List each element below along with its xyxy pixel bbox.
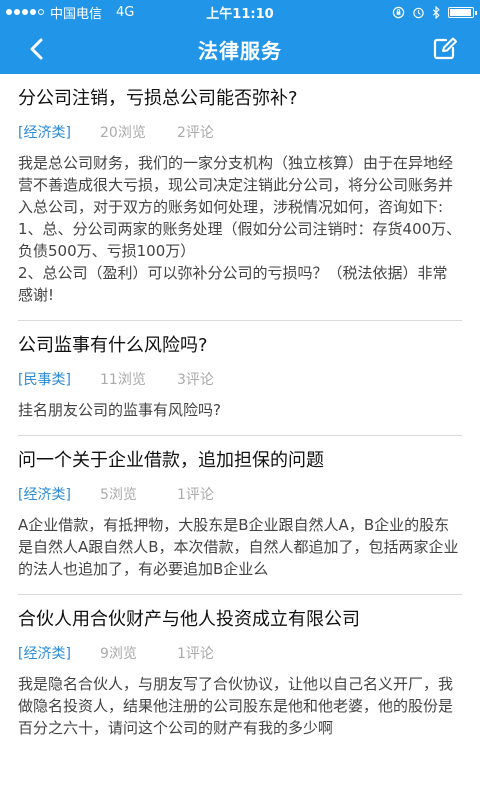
category-tag[interactable]: [经济类] [18, 122, 100, 142]
post-meta: [民事类] 11浏览 3评论 [18, 369, 462, 389]
list-item[interactable]: 分公司注销，亏损总公司能否弥补? [经济类] 20浏览 2评论 我是总公司财务，… [18, 74, 462, 321]
comment-count: 1评论 [177, 646, 214, 662]
list-item[interactable]: 问一个关于企业借款，追加担保的问题 [经济类] 5浏览 1评论 A企业借款，有抵… [18, 436, 462, 595]
post-title[interactable]: 公司监事有什么风险吗? [18, 333, 462, 359]
post-title[interactable]: 问一个关于企业借款，追加担保的问题 [18, 448, 462, 474]
post-body: 挂名朋友公司的监事有风险吗? [18, 399, 462, 421]
edit-button[interactable] [430, 34, 460, 64]
post-body-line: 2、总公司（盈利）可以弥补分公司的亏损吗？（税法依据）非常感谢! [18, 264, 448, 304]
post-body-line: 我是隐名合伙人，与朋友写了合伙协议，让他以自己名义开厂，我做隐名投资人，结果他注… [18, 675, 454, 737]
post-title[interactable]: 分公司注销，亏损总公司能否弥补? [18, 86, 462, 112]
comment-count: 2评论 [177, 125, 214, 141]
status-left: 中国电信 4G [6, 3, 134, 22]
post-body-line: A企业借款，有抵押物，大股东是B企业跟自然人A，B企业的股东是自然人A跟自然人B… [18, 516, 459, 578]
post-title[interactable]: 合伙人用合伙财产与他人投资成立有限公司 [18, 607, 462, 633]
category-tag[interactable]: [经济类] [18, 643, 100, 663]
network-label: 4G [116, 4, 135, 20]
page-title: 法律服务 [198, 38, 282, 63]
view-count: 5浏览 [100, 487, 137, 503]
category-tag[interactable]: [民事类] [18, 369, 100, 389]
status-bar: 中国电信 4G 上午11:10 [0, 0, 480, 24]
post-body: 我是总公司财务，我们的一家分支机构（独立核算）由于在异地经营不善造成很大亏损，现… [18, 152, 462, 306]
post-list: 分公司注销，亏损总公司能否弥补? [经济类] 20浏览 2评论 我是总公司财务，… [0, 74, 480, 753]
post-body: A企业借款，有抵押物，大股东是B企业跟自然人A，B企业的股东是自然人A跟自然人B… [18, 514, 462, 580]
comment-count: 1评论 [177, 487, 214, 503]
chevron-left-icon [30, 38, 43, 60]
category-tag[interactable]: [经济类] [18, 484, 100, 504]
battery-level-fill [450, 8, 471, 16]
post-meta: [经济类] 20浏览 2评论 [18, 122, 462, 142]
view-count: 20浏览 [100, 125, 146, 141]
post-meta: [经济类] 9浏览 1评论 [18, 643, 462, 663]
view-count: 11浏览 [100, 372, 146, 388]
post-body: 我是隐名合伙人，与朋友写了合伙协议，让他以自己名义开厂，我做隐名投资人，结果他注… [18, 673, 462, 739]
signal-strength-icon [6, 9, 44, 15]
alarm-icon [413, 7, 424, 18]
battery-icon [448, 6, 477, 18]
comment-count: 3评论 [177, 372, 214, 388]
post-body-line: 挂名朋友公司的监事有风险吗? [18, 401, 221, 419]
view-count: 9浏览 [100, 646, 137, 662]
orientation-lock-icon [392, 6, 405, 18]
edit-icon [433, 37, 457, 60]
list-item[interactable]: 合伙人用合伙财产与他人投资成立有限公司 [经济类] 9浏览 1评论 我是隐名合伙… [18, 595, 462, 753]
status-time: 上午11:10 [206, 6, 274, 22]
back-button[interactable] [22, 34, 52, 64]
post-body-line: 1、总、分公司两家的账务处理（假如分公司注销时：存货400万、负债500万、亏损… [18, 220, 462, 260]
list-item[interactable]: 公司监事有什么风险吗? [民事类] 11浏览 3评论 挂名朋友公司的监事有风险吗… [18, 321, 462, 436]
post-body-line: 我是总公司财务，我们的一家分支机构（独立核算）由于在异地经营不善造成很大亏损，现… [18, 154, 454, 216]
navigation-bar: 法律服务 [0, 24, 480, 74]
status-right [392, 5, 477, 19]
carrier-label: 中国电信 [50, 6, 103, 22]
post-meta: [经济类] 5浏览 1评论 [18, 484, 462, 504]
bluetooth-icon [432, 5, 440, 19]
